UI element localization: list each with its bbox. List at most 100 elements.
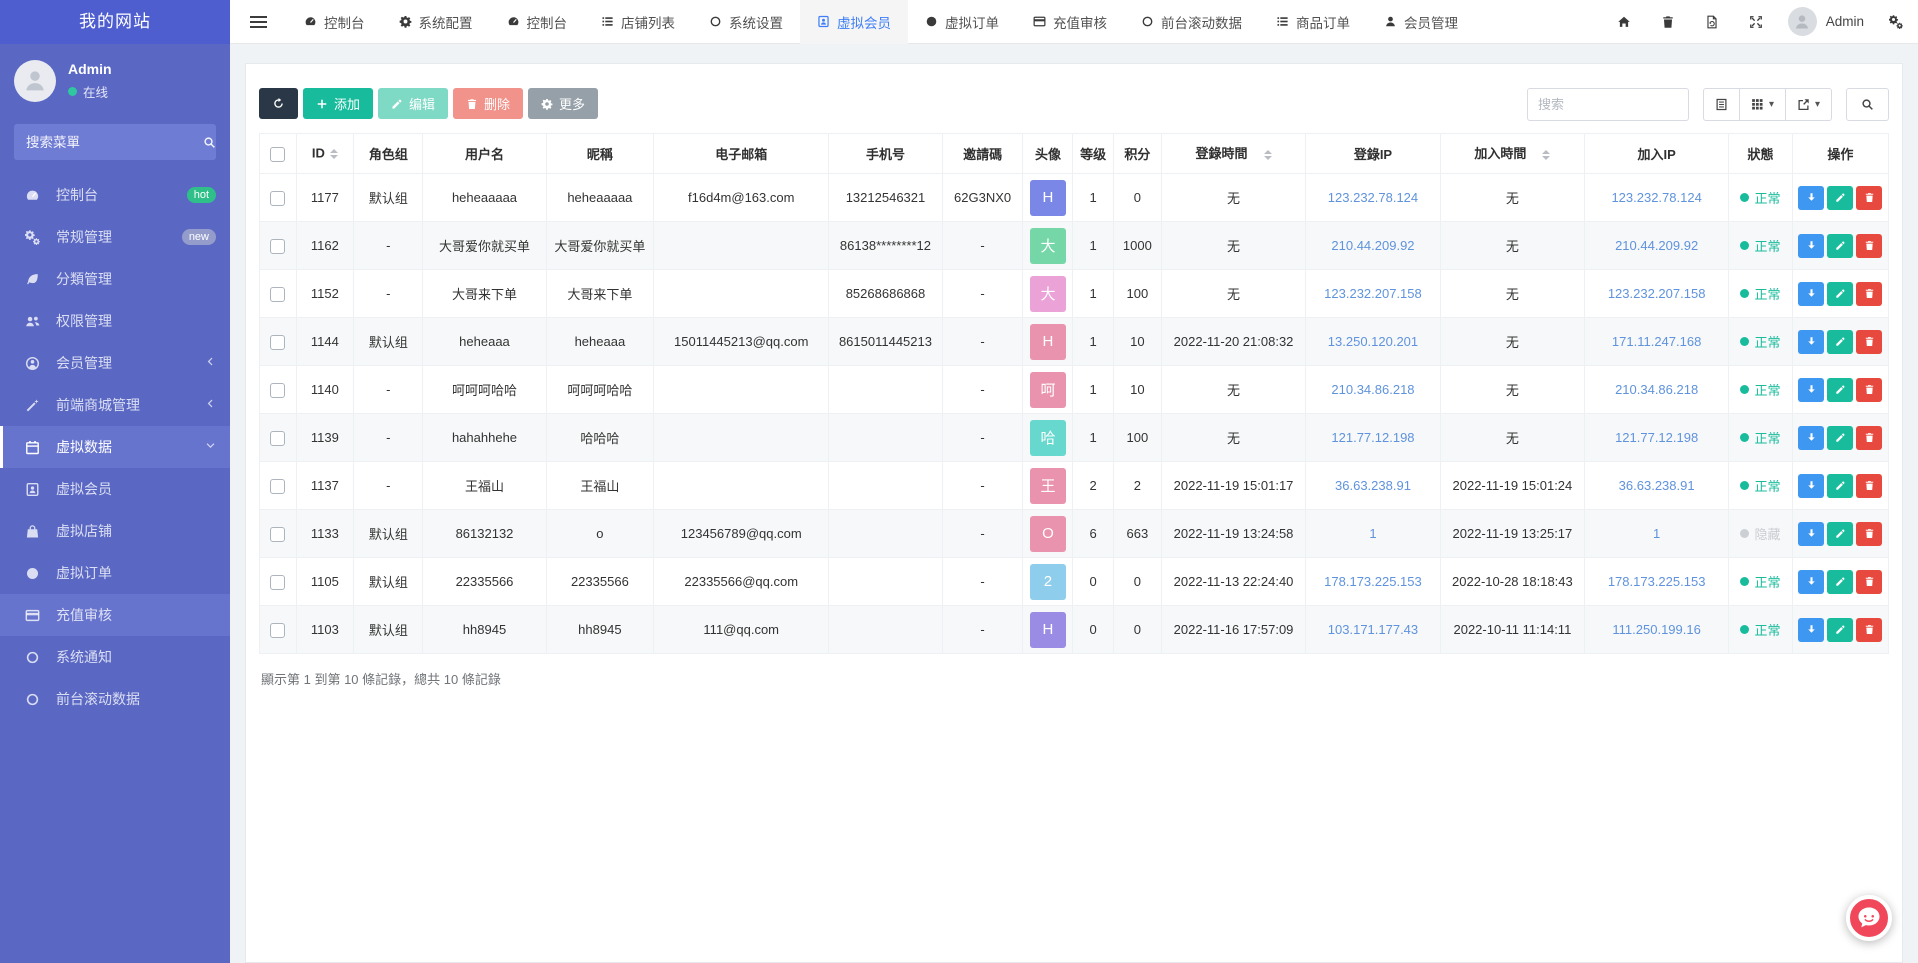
user-avatar[interactable] xyxy=(14,60,56,102)
join-ip-link[interactable]: 1 xyxy=(1653,526,1660,541)
search-icon[interactable] xyxy=(203,136,216,149)
sidebar-item-category[interactable]: 分類管理 xyxy=(0,258,230,300)
edit-button[interactable]: 编辑 xyxy=(378,88,448,119)
add-button[interactable]: 添加 xyxy=(303,88,373,119)
sort-icon[interactable] xyxy=(1542,146,1550,164)
home-button[interactable] xyxy=(1602,0,1646,44)
topbar-user[interactable]: Admin xyxy=(1778,7,1874,36)
row-delete-button[interactable] xyxy=(1856,234,1882,258)
row-edit-button[interactable] xyxy=(1827,522,1853,546)
login-ip-link[interactable]: 123.232.207.158 xyxy=(1324,286,1422,301)
row-delete-button[interactable] xyxy=(1856,522,1882,546)
row-edit-button[interactable] xyxy=(1827,378,1853,402)
row-edit-button[interactable] xyxy=(1827,234,1853,258)
sidebar-item-virtual-order[interactable]: 虚拟订单 xyxy=(0,552,230,594)
row-download-button[interactable] xyxy=(1798,570,1824,594)
sidebar-item-console[interactable]: 控制台hot xyxy=(0,174,230,216)
sidebar-item-general[interactable]: 常规管理new xyxy=(0,216,230,258)
sidebar-item-virtual-data[interactable]: 虚拟数据 xyxy=(0,426,230,468)
table-search-input[interactable] xyxy=(1527,88,1689,121)
row-download-button[interactable] xyxy=(1798,522,1824,546)
row-checkbox[interactable] xyxy=(270,479,285,494)
join-ip-link[interactable]: 36.63.238.91 xyxy=(1619,478,1695,493)
row-delete-button[interactable] xyxy=(1856,570,1882,594)
sidebar-item-virtual-shop[interactable]: 虚拟店铺 xyxy=(0,510,230,552)
row-download-button[interactable] xyxy=(1798,330,1824,354)
join-ip-link[interactable]: 123.232.78.124 xyxy=(1611,190,1701,205)
column-header-join_time[interactable]: 加入時間 xyxy=(1440,134,1584,174)
login-ip-link[interactable]: 178.173.225.153 xyxy=(1324,574,1422,589)
delete-button[interactable]: 删除 xyxy=(453,88,523,119)
row-download-button[interactable] xyxy=(1798,282,1824,306)
select-all-checkbox[interactable] xyxy=(270,147,285,162)
sidebar-item-system-notice[interactable]: 系统通知 xyxy=(0,636,230,678)
row-delete-button[interactable] xyxy=(1856,186,1882,210)
tab-virtual-order[interactable]: 虚拟订单 xyxy=(908,0,1016,44)
row-edit-button[interactable] xyxy=(1827,618,1853,642)
row-checkbox[interactable] xyxy=(270,575,285,590)
chat-button[interactable] xyxy=(1846,895,1892,941)
row-checkbox[interactable] xyxy=(270,623,285,638)
clear-cache-button[interactable] xyxy=(1690,0,1734,44)
more-button[interactable]: 更多 xyxy=(528,88,598,119)
tab-recharge-audit[interactable]: 充值审核 xyxy=(1016,0,1124,44)
row-delete-button[interactable] xyxy=(1856,378,1882,402)
login-ip-link[interactable]: 121.77.12.198 xyxy=(1331,430,1414,445)
join-ip-link[interactable]: 171.11.247.168 xyxy=(1612,334,1701,349)
row-checkbox[interactable] xyxy=(270,191,285,206)
sort-icon[interactable] xyxy=(330,145,338,163)
search-button[interactable] xyxy=(1846,88,1889,121)
sidebar-item-front-scroll[interactable]: 前台滚动数据 xyxy=(0,678,230,720)
row-download-button[interactable] xyxy=(1798,426,1824,450)
row-download-button[interactable] xyxy=(1798,186,1824,210)
login-ip-link[interactable]: 13.250.120.201 xyxy=(1328,334,1418,349)
trash-button[interactable] xyxy=(1646,0,1690,44)
row-download-button[interactable] xyxy=(1798,618,1824,642)
sidebar-item-virtual-member[interactable]: 虚拟会员 xyxy=(0,468,230,510)
columns-button[interactable]: ▾ xyxy=(1740,88,1786,121)
row-delete-button[interactable] xyxy=(1856,330,1882,354)
toggle-view-button[interactable] xyxy=(1703,88,1740,121)
fullscreen-button[interactable] xyxy=(1734,0,1778,44)
menu-toggle-button[interactable] xyxy=(230,0,287,44)
row-edit-button[interactable] xyxy=(1827,426,1853,450)
row-edit-button[interactable] xyxy=(1827,330,1853,354)
row-edit-button[interactable] xyxy=(1827,186,1853,210)
login-ip-link[interactable]: 36.63.238.91 xyxy=(1335,478,1411,493)
column-header-login_time[interactable]: 登錄時間 xyxy=(1161,134,1305,174)
tab-console-2[interactable]: 控制台 xyxy=(490,0,585,44)
login-ip-link[interactable]: 1 xyxy=(1369,526,1376,541)
tab-system-settings[interactable]: 系统设置 xyxy=(692,0,800,44)
join-ip-link[interactable]: 111.250.199.16 xyxy=(1612,622,1700,637)
sidebar-item-recharge-audit[interactable]: 充值审核 xyxy=(0,594,230,636)
sort-icon[interactable] xyxy=(1264,146,1272,164)
export-button[interactable]: ▾ xyxy=(1786,88,1832,121)
join-ip-link[interactable]: 210.34.86.218 xyxy=(1615,382,1698,397)
tab-member-manage[interactable]: 会员管理 xyxy=(1367,0,1475,44)
refresh-button[interactable] xyxy=(259,88,298,119)
tab-virtual-member[interactable]: 虚拟会员 xyxy=(800,0,908,44)
tab-system-config[interactable]: 系统配置 xyxy=(382,0,490,44)
row-edit-button[interactable] xyxy=(1827,474,1853,498)
login-ip-link[interactable]: 210.34.86.218 xyxy=(1331,382,1414,397)
sidebar-item-member[interactable]: 会员管理 xyxy=(0,342,230,384)
row-checkbox[interactable] xyxy=(270,431,285,446)
row-checkbox[interactable] xyxy=(270,383,285,398)
column-header-id[interactable]: ID xyxy=(296,134,354,174)
login-ip-link[interactable]: 210.44.209.92 xyxy=(1331,238,1414,253)
row-delete-button[interactable] xyxy=(1856,474,1882,498)
sidebar-search-input[interactable] xyxy=(26,135,203,150)
login-ip-link[interactable]: 123.232.78.124 xyxy=(1328,190,1418,205)
tab-console[interactable]: 控制台 xyxy=(287,0,382,44)
tab-front-scroll[interactable]: 前台滚动数据 xyxy=(1124,0,1259,44)
tab-shop-list[interactable]: 店铺列表 xyxy=(584,0,692,44)
row-checkbox[interactable] xyxy=(270,335,285,350)
row-checkbox[interactable] xyxy=(270,287,285,302)
row-download-button[interactable] xyxy=(1798,474,1824,498)
join-ip-link[interactable]: 178.173.225.153 xyxy=(1608,574,1706,589)
join-ip-link[interactable]: 210.44.209.92 xyxy=(1615,238,1698,253)
sidebar-item-front-mall[interactable]: 前端商城管理 xyxy=(0,384,230,426)
row-checkbox[interactable] xyxy=(270,527,285,542)
join-ip-link[interactable]: 123.232.207.158 xyxy=(1608,286,1706,301)
row-download-button[interactable] xyxy=(1798,234,1824,258)
